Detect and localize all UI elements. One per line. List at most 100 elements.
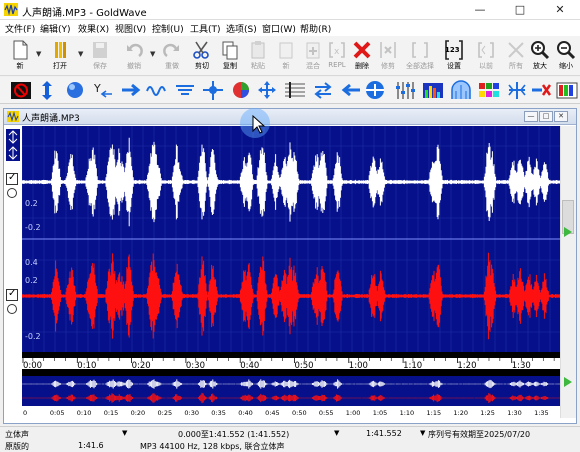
- document-window: 人声朗诵.MP3 — □ ✕ ✓ ✓ 0.2 -0.2 0.4 0.2 -0.2…: [3, 108, 577, 424]
- open-dropdown-arrow-icon[interactable]: ▼: [78, 50, 83, 58]
- set-label: 设置: [447, 62, 461, 70]
- vertical-scrollbar[interactable]: [560, 126, 576, 418]
- previous-button[interactable]: 以前: [470, 38, 502, 74]
- replace-icon: x: [329, 42, 345, 58]
- main-toolbar: 新 ▼ 打开 ▼ 保存 撤销 ▼ 重做 剪切 复制 粘贴 新 混合 x REPL: [0, 36, 580, 76]
- doc-minimize-button[interactable]: —: [524, 111, 538, 122]
- menu-control[interactable]: 控制(U): [152, 22, 184, 35]
- overview-tick-label: 0:20: [131, 409, 146, 417]
- arrow-right-icon[interactable]: [120, 80, 142, 101]
- title-bar: 人声朗诵.MP3 - GoldWave — □ ✕: [0, 0, 580, 20]
- menu-effects[interactable]: 效果(X): [78, 22, 109, 35]
- goldwave-doc-icon: [7, 111, 19, 122]
- overview-tick-label: 1:10: [400, 409, 415, 417]
- arrows-expand-icon[interactable]: [36, 80, 58, 101]
- compress-icon[interactable]: [202, 80, 224, 101]
- zoom-in-icon: [531, 41, 550, 60]
- menu-bar: 文件(F) 编辑(Y) 效果(X) 视图(V) 控制(U) 工具(T) 选项(S…: [0, 20, 580, 36]
- undo-label: 撤销: [127, 62, 141, 70]
- right-ytick-0: 0.4: [25, 258, 38, 267]
- new-file-icon: [13, 40, 28, 60]
- stereo-split-icon[interactable]: [506, 80, 528, 101]
- menu-options[interactable]: 选项(S): [226, 22, 257, 35]
- wave-icon[interactable]: [146, 80, 168, 101]
- play-marker-icon: [564, 227, 572, 237]
- doc-maximize-button[interactable]: □: [539, 111, 553, 122]
- overview-waveform[interactable]: [22, 376, 560, 406]
- right-ytick-2: -0.2: [25, 332, 41, 341]
- staff-notes-icon[interactable]: [284, 80, 306, 101]
- set-button[interactable]: 123 设置: [438, 38, 470, 74]
- zoom-out-button[interactable]: 缩小: [550, 38, 580, 74]
- overview-right-waveform: [22, 392, 560, 404]
- overview-tick-label: 0:35: [211, 409, 226, 417]
- checkmark-icon: ✓: [8, 288, 17, 299]
- overview-tick-label: 0: [23, 409, 27, 417]
- channel-right-radio[interactable]: [7, 304, 17, 314]
- save-label: 保存: [93, 62, 107, 70]
- arch-filter-icon[interactable]: [450, 80, 472, 101]
- new-label: 新: [16, 62, 24, 70]
- menu-help[interactable]: 帮助(R): [300, 22, 331, 35]
- wave-down-icon[interactable]: [174, 80, 196, 101]
- vertical-zoom-icon[interactable]: [5, 128, 21, 162]
- arrows-loop-icon[interactable]: [312, 80, 334, 101]
- minimize-button[interactable]: —: [460, 0, 500, 20]
- previous-icon: [478, 42, 494, 58]
- close-button[interactable]: ✕: [540, 0, 580, 20]
- status-dropdown-icon[interactable]: ▼: [122, 429, 127, 437]
- new-button[interactable]: 新: [4, 38, 36, 74]
- invert-icon[interactable]: [364, 80, 386, 101]
- zoom-out-label: 缩小: [559, 62, 573, 70]
- document-title-bar[interactable]: 人声朗诵.MP3 — □ ✕: [4, 109, 576, 125]
- undo-dropdown-arrow-icon[interactable]: ▼: [150, 50, 155, 58]
- level-meter-icon[interactable]: [556, 80, 578, 101]
- menu-tools[interactable]: 工具(T): [190, 22, 221, 35]
- channel-swap-icon[interactable]: Y: [92, 80, 114, 101]
- status-channel-mode: 立体声: [5, 430, 29, 439]
- waveform-area[interactable]: 0.2 -0.2 0.4 0.2 -0.2: [22, 126, 560, 352]
- status-bar: 立体声 0.000至1:41.552 (1:41.552) 1:41.552 序…: [0, 426, 580, 452]
- undo-button[interactable]: 撤销: [118, 38, 150, 74]
- menu-edit[interactable]: 编辑(Y): [40, 22, 71, 35]
- checkmark-icon: ✓: [8, 172, 17, 183]
- channel-right-checkbox[interactable]: ✓: [6, 288, 18, 301]
- channel-left-radio[interactable]: [7, 188, 17, 198]
- equalizer-icon[interactable]: [394, 80, 416, 101]
- menu-file[interactable]: 文件(F): [5, 22, 35, 35]
- arrow-cross-icon[interactable]: [530, 80, 552, 101]
- svg-text:Y: Y: [93, 82, 101, 95]
- open-button[interactable]: 打开: [44, 38, 76, 74]
- color-pattern-icon[interactable]: [478, 80, 500, 101]
- save-button[interactable]: 保存: [84, 38, 116, 74]
- status-dropdown-icon-3[interactable]: ▼: [420, 429, 425, 437]
- left-channel-waveform: [22, 137, 560, 227]
- sphere-icon[interactable]: [64, 80, 86, 101]
- overview-time-ruler: 0 0:05 0:10 0:15 0:20 0:25 0:30 0:35 0:40 0:45 0:5…: [22, 406, 560, 418]
- status-dropdown-icon-2[interactable]: ▼: [334, 429, 339, 437]
- overview-tick-label: 0:40: [238, 409, 253, 417]
- channel-left-checkbox[interactable]: ✓: [6, 172, 18, 185]
- select-all-button[interactable]: 全部选择: [404, 38, 436, 74]
- stop-effect-icon[interactable]: [10, 80, 32, 101]
- arrow-left-icon[interactable]: [340, 80, 362, 101]
- menu-window[interactable]: 窗口(W): [262, 22, 296, 35]
- mouse-cursor: [240, 108, 270, 138]
- time-ruler[interactable]: 0:00 0:10 0:20 0:30 0:40 0:50 1:00 1:10 1:20 1:30: [22, 352, 560, 376]
- trim-icon: [380, 42, 396, 58]
- spectrum-icon[interactable]: [422, 80, 444, 101]
- color-wheel-icon[interactable]: [230, 80, 252, 101]
- previous-label: 以前: [479, 62, 493, 70]
- overview-tick-label: 0:45: [265, 409, 280, 417]
- overview-tick-label: 0:15: [104, 409, 119, 417]
- trim-button[interactable]: 修剪: [372, 38, 404, 74]
- new-dropdown-arrow-icon[interactable]: ▼: [36, 50, 41, 58]
- doc-close-button[interactable]: ✕: [554, 111, 568, 122]
- overview-tick-label: 1:05: [373, 409, 388, 417]
- four-arrows-icon[interactable]: [256, 80, 278, 101]
- menu-view[interactable]: 视图(V): [115, 22, 146, 35]
- maximize-button[interactable]: □: [500, 0, 540, 20]
- status-registration: 序列号有效期至2025/07/20: [428, 430, 531, 439]
- save-icon: [93, 42, 107, 58]
- redo-button[interactable]: 重做: [156, 38, 188, 74]
